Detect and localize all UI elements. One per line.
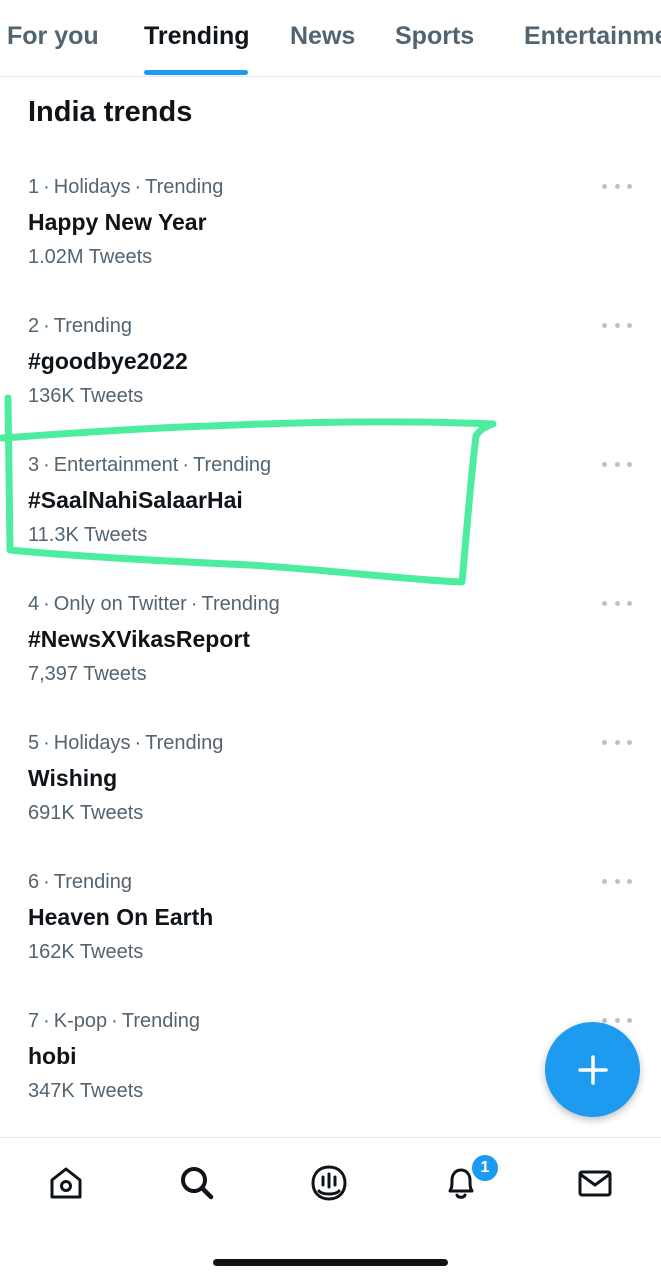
trend-rank: 3 [28,454,40,476]
trend-context: K-pop [53,1010,108,1032]
home-indicator [213,1259,448,1266]
trend-rank: 2 [28,315,40,337]
trend-status: Trending [145,732,224,754]
trend-status: Trending [121,1010,201,1032]
search-icon [181,1167,214,1200]
trend-count: 11.3K Tweets [28,524,148,546]
top-tabs: For you Trending News Sports Entertainme… [0,0,661,77]
more-options-icon[interactable] [602,176,632,196]
trend-item[interactable]: 4 · Only on Twitter · Trending #NewsXVikasRe… [0,593,661,732]
trend-meta: 7 · K-pop · Trending [28,1010,201,1032]
more-options-icon[interactable] [602,593,632,613]
trend-title: #goodbye2022 [28,348,188,374]
compose-tweet-button[interactable] [545,1022,640,1117]
trend-status: Trending [201,593,280,615]
bottom-navigation: 1 [0,1137,661,1281]
home-icon [50,1167,82,1199]
more-options-icon[interactable] [602,315,632,335]
trend-title: Wishing [28,765,118,791]
nav-home[interactable] [41,1158,91,1208]
spaces-icon [311,1165,347,1201]
more-options-icon[interactable] [602,732,632,752]
trend-item[interactable]: 3 · Entertainment · Trending #SaalNahiSalaar… [0,454,661,593]
trend-status: Trending [145,176,224,198]
active-tab-indicator [144,70,248,75]
trend-count: 7,397 Tweets [28,663,147,685]
trend-title: Heaven On Earth [28,904,214,930]
trend-title: #NewsXVikasReport [28,626,251,652]
tab-sports[interactable]: Sports [395,22,474,51]
trend-context: Holidays [53,176,131,198]
nav-search[interactable] [172,1158,222,1208]
trend-title: #SaalNahiSalaarHai [28,487,243,513]
more-options-icon[interactable] [602,871,632,891]
trend-context: Entertainment [53,454,179,476]
trend-meta: 1 · Holidays · Trending [28,176,224,198]
trend-count: 347K Tweets [28,1080,144,1102]
messages-icon [578,1170,612,1197]
trend-count: 162K Tweets [28,941,144,963]
trend-rank: 1 [28,176,40,198]
trend-status: Trending [53,871,132,893]
trend-item[interactable]: 1 · Holidays · Trending Happy New Year 1.02M… [0,176,661,315]
nav-messages[interactable] [570,1158,620,1208]
plus-icon [577,1054,608,1085]
trend-meta: 6 · Trending [28,871,132,893]
nav-spaces[interactable] [304,1158,354,1208]
tab-trending[interactable]: Trending [144,22,250,51]
trend-count: 1.02M Tweets [28,246,153,268]
trend-title: hobi [28,1043,77,1069]
trend-status: Trending [53,315,132,337]
tab-for-you[interactable]: For you [7,22,99,51]
trend-meta: 3 · Entertainment · Trending [28,454,272,476]
notification-count-badge: 1 [470,1153,500,1183]
trend-status: Trending [192,454,272,476]
tab-entertainment[interactable]: Entertainment [524,22,661,51]
trend-meta: 2 · Trending [28,315,132,337]
more-options-icon[interactable] [602,454,632,474]
trend-rank: 6 [28,871,40,893]
trend-rank: 4 [28,593,40,615]
trend-rank: 5 [28,732,40,754]
trend-context: Holidays [53,732,131,754]
trend-count: 691K Tweets [28,802,144,824]
tab-news[interactable]: News [290,22,355,51]
trend-context: Only on Twitter [53,593,187,615]
trend-title: Happy New Year [28,209,207,235]
trend-item[interactable]: 6 · Trending Heaven On Earth 162K Tweets [0,871,661,1010]
trend-item[interactable]: 2 · Trending #goodbye2022 136K Tweets [0,315,661,454]
trend-rank: 7 [28,1010,40,1032]
trend-item[interactable]: 5 · Holidays · Trending Wishing 691K Tweets [0,732,661,871]
trend-meta: 5 · Holidays · Trending [28,732,224,754]
section-title: India trends [28,96,193,128]
trend-count: 136K Tweets [28,385,144,407]
trend-meta: 4 · Only on Twitter · Trending [28,593,280,615]
